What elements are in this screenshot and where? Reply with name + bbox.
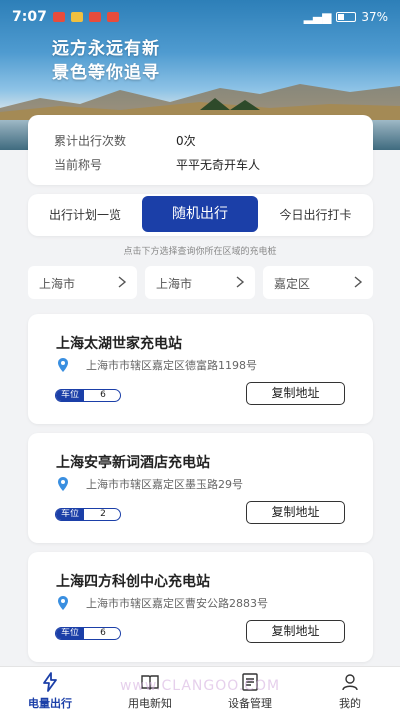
parking-badge: 车位 2 <box>55 508 121 521</box>
station-address: 上海市市辖区嘉定区墨玉路29号 <box>86 478 243 491</box>
station-address: 上海市市辖区嘉定区曹安公路2883号 <box>86 597 268 610</box>
station-name: 上海四方科创中心充电站 <box>56 574 210 590</box>
nav-mine[interactable]: 我的 <box>300 667 400 712</box>
tab-plan[interactable]: 出行计划一览 <box>28 194 142 236</box>
user-icon <box>342 674 358 691</box>
parking-badge: 车位 6 <box>55 389 121 402</box>
nav-news-label: 用电新知 <box>128 697 172 710</box>
parking-badge: 车位 6 <box>55 627 121 640</box>
title-value: 平平无奇开车人 <box>176 158 261 172</box>
stats-card: 累计出行次数 0次 当前称号 平平无奇开车人 <box>28 115 373 185</box>
nav-device-label: 设备管理 <box>228 697 272 710</box>
chevron-right-icon <box>236 276 245 288</box>
copy-address-button[interactable]: 复制地址 <box>246 620 345 643</box>
station-card[interactable]: 上海太湖世家充电站 上海市市辖区嘉定区德富路1198号 车位 6 复制地址 <box>28 314 373 424</box>
title-label: 当前称号 <box>54 158 103 172</box>
nav-charge-label: 电量出行 <box>28 697 72 710</box>
nav-charge[interactable]: 电量出行 <box>0 667 100 712</box>
station-card[interactable]: 上海安亭新词酒店充电站 上海市市辖区嘉定区墨玉路29号 车位 2 复制地址 <box>28 433 373 543</box>
city-select[interactable]: 上海市 <box>145 266 255 299</box>
parking-count: 6 <box>100 628 106 638</box>
battery-icon <box>336 12 357 22</box>
parking-count: 2 <box>100 509 106 519</box>
notification-icon <box>52 12 65 22</box>
device-list-icon <box>242 673 258 691</box>
nav-news[interactable]: 用电新知 <box>100 667 200 712</box>
station-name: 上海安亭新词酒店充电站 <box>56 455 210 471</box>
battery-level: 37% <box>361 10 388 24</box>
book-icon <box>141 675 159 690</box>
city-value: 上海市 <box>156 277 193 291</box>
parking-label: 车位 <box>56 390 84 401</box>
province-value: 上海市 <box>39 277 76 291</box>
notification-icon <box>70 12 83 22</box>
mountain-scenery <box>0 84 400 120</box>
trips-value: 0次 <box>176 134 196 148</box>
parking-label: 车位 <box>56 509 84 520</box>
status-time: 7:07 <box>12 9 47 25</box>
chevron-right-icon <box>118 276 127 288</box>
station-name: 上海太湖世家充电站 <box>56 336 182 352</box>
nav-mine-label: 我的 <box>339 697 361 710</box>
slogan-line-2: 景色等你追寻 <box>52 63 160 83</box>
lightning-icon <box>43 672 57 692</box>
trips-label: 累计出行次数 <box>54 134 127 148</box>
parking-count: 6 <box>100 390 106 400</box>
region-hint: 点击下方选择查询你所在区域的充电桩 <box>123 247 277 257</box>
signal-icon: ▂▄▆ <box>303 10 332 24</box>
nav-device[interactable]: 设备管理 <box>200 667 300 712</box>
slogan-line-1: 远方永远有新 <box>52 39 160 59</box>
station-card[interactable]: 上海四方科创中心充电站 上海市市辖区嘉定区曹安公路2883号 车位 6 复制地址 <box>28 552 373 662</box>
location-pin-icon <box>58 477 68 491</box>
copy-address-button[interactable]: 复制地址 <box>246 501 345 524</box>
status-bar: 7:07 ▂▄▆ 37% <box>0 0 400 34</box>
district-select[interactable]: 嘉定区 <box>263 266 373 299</box>
parking-label: 车位 <box>56 628 84 639</box>
copy-address-button[interactable]: 复制地址 <box>246 382 345 405</box>
trip-tabs: 出行计划一览 随机出行 今日出行打卡 <box>28 194 373 236</box>
notification-icon <box>106 12 119 22</box>
district-value: 嘉定区 <box>274 277 311 291</box>
station-address: 上海市市辖区嘉定区德富路1198号 <box>86 359 257 372</box>
chevron-right-icon <box>354 276 363 288</box>
tab-checkin[interactable]: 今日出行打卡 <box>258 194 373 236</box>
notification-icon <box>88 12 101 22</box>
province-select[interactable]: 上海市 <box>28 266 137 299</box>
location-pin-icon <box>58 596 68 610</box>
slogan: 远方永远有新 景色等你追寻 <box>52 37 160 85</box>
location-pin-icon <box>58 358 68 372</box>
tab-random[interactable]: 随机出行 <box>142 196 258 232</box>
bottom-nav: 电量出行 用电新知 设备管理 我的 <box>0 666 400 712</box>
